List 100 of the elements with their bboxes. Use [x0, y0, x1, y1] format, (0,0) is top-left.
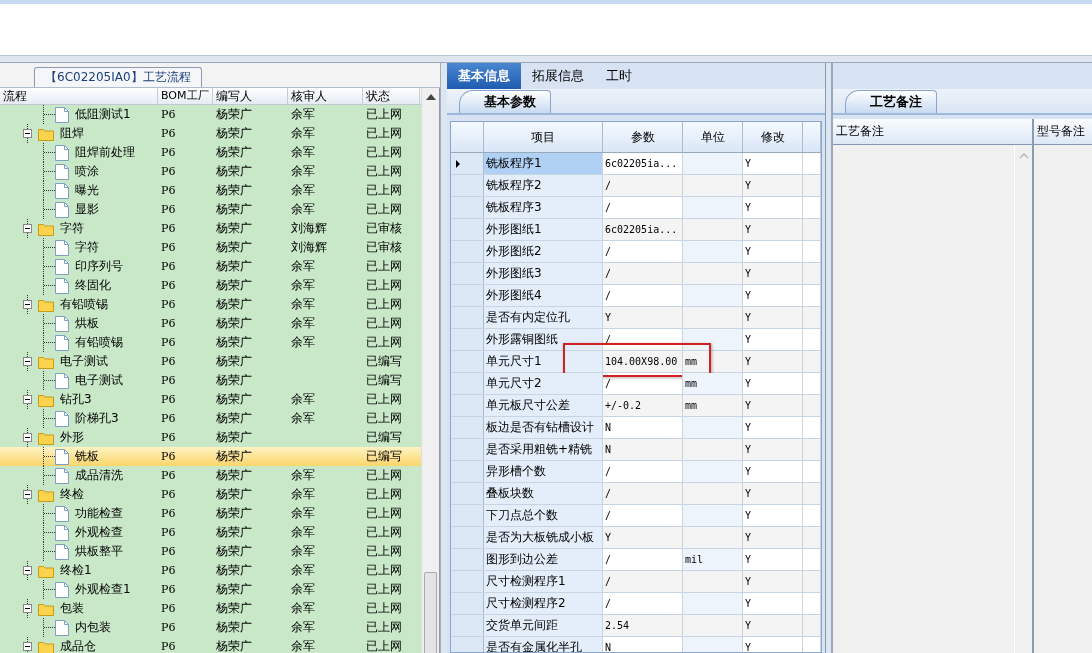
tree-row[interactable]: 喷涂 P6 杨荣广 余军 已上网: [0, 162, 421, 181]
row-header[interactable]: [451, 439, 484, 460]
tree-row[interactable]: 功能检查 P6 杨荣广 余军 已上网: [0, 504, 421, 523]
row-header[interactable]: [451, 219, 484, 240]
row-header[interactable]: [451, 263, 484, 284]
row-header[interactable]: [451, 637, 484, 652]
row-header[interactable]: [451, 197, 484, 218]
tree-row[interactable]: 外观检查 P6 杨荣广 余军 已上网: [0, 523, 421, 542]
tree-row[interactable]: 铣板 P6 杨荣广 已编写: [0, 447, 421, 466]
row-header[interactable]: [451, 307, 484, 328]
scrollbar[interactable]: [421, 88, 439, 653]
tree-row[interactable]: 字符 P6 杨荣广 刘海辉 已审核: [0, 219, 421, 238]
tree-row[interactable]: 外观检查1 P6 杨荣广 余军 已上网: [0, 580, 421, 599]
collapse-icon[interactable]: [23, 642, 32, 651]
collapse-icon[interactable]: [23, 357, 32, 366]
table-cell: 余军: [291, 468, 315, 482]
sub-tab[interactable]: 工艺备注: [845, 90, 937, 113]
column-header[interactable]: BOM工厂: [158, 88, 213, 104]
table-cell-text: 杨荣广: [215, 619, 253, 636]
row-header[interactable]: [451, 483, 484, 504]
tree-row[interactable]: 阶梯孔3 P6 杨荣广 余军 已上网: [0, 409, 421, 428]
column-header[interactable]: 修改: [743, 122, 803, 152]
row-header[interactable]: [451, 549, 484, 570]
tab[interactable]: 基本信息: [447, 63, 521, 89]
row-header[interactable]: [451, 285, 484, 306]
collapse-icon[interactable]: [23, 566, 32, 575]
document-icon: [55, 505, 69, 522]
table-cell-text: 已编写: [365, 429, 403, 446]
tree-label: 终固化: [75, 277, 111, 294]
tree-row[interactable]: 电子测试 P6 杨荣广 已编写: [0, 352, 421, 371]
tree-row[interactable]: 有铅喷锡 P6 杨荣广 余军 已上网: [0, 295, 421, 314]
column-header[interactable]: 参数: [603, 122, 683, 152]
document-icon: [55, 144, 69, 161]
tree-row[interactable]: 成品清洗 P6 杨荣广 余军 已上网: [0, 466, 421, 485]
sub-tab[interactable]: 基本参数: [459, 90, 551, 113]
row-header[interactable]: [451, 395, 484, 416]
scroll-up-icon[interactable]: [425, 94, 436, 100]
tree-row[interactable]: 内包装 P6 杨荣广 余军 已上网: [0, 618, 421, 637]
tree-row[interactable]: 有铅喷锡 P6 杨荣广 余军 已上网: [0, 333, 421, 352]
splitter-bar[interactable]: [0, 56, 1092, 63]
column-header[interactable]: 单位: [683, 122, 743, 152]
row-header[interactable]: [451, 153, 484, 174]
table-cell: mm: [683, 351, 743, 372]
scroll-thumb[interactable]: [424, 572, 437, 653]
table-cell-text: 杨荣广: [215, 638, 253, 653]
tree-row[interactable]: 阻焊 P6 杨荣广 余军 已上网: [0, 124, 421, 143]
column-header[interactable]: 流程: [0, 88, 158, 104]
row-header[interactable]: [451, 351, 484, 372]
table-cell-text: 杨荣广: [215, 581, 253, 598]
column-header[interactable]: 项目: [484, 122, 603, 152]
tree-row[interactable]: 电子测试 P6 杨荣广 已编写: [0, 371, 421, 390]
tree-row[interactable]: 终检1 P6 杨荣广 余军 已上网: [0, 561, 421, 580]
tree-row[interactable]: 曝光 P6 杨荣广 余军 已上网: [0, 181, 421, 200]
folder-icon: [38, 221, 54, 236]
notes-area[interactable]: 工艺备注 型号备注: [833, 119, 1092, 653]
row-header[interactable]: [451, 615, 484, 636]
collapse-icon[interactable]: [23, 129, 32, 138]
tree-row[interactable]: 字符 P6 杨荣广 刘海辉 已审核: [0, 238, 421, 257]
collapse-icon[interactable]: [23, 604, 32, 613]
tree-row[interactable]: 烘板 P6 杨荣广 余军 已上网: [0, 314, 421, 333]
column-header[interactable]: 状态: [363, 88, 420, 104]
collapse-icon[interactable]: [23, 300, 32, 309]
table-cell: 刘海辉: [291, 240, 327, 254]
collapse-icon[interactable]: [23, 395, 32, 404]
tree-row[interactable]: 终固化 P6 杨荣广 余军 已上网: [0, 276, 421, 295]
tree-row[interactable]: 烘板整平 P6 杨荣广 余军 已上网: [0, 542, 421, 561]
row-header[interactable]: [451, 417, 484, 438]
table-cell: /: [603, 263, 683, 284]
tree-row[interactable]: 阻焊前处理 P6 杨荣广 余军 已上网: [0, 143, 421, 162]
table-cell: 余军: [291, 259, 315, 273]
tree-row[interactable]: 印序列号 P6 杨荣广 余军 已上网: [0, 257, 421, 276]
column-header[interactable]: 核审人: [288, 88, 363, 104]
row-header[interactable]: [451, 373, 484, 394]
tree-row[interactable]: 终检 P6 杨荣广 余军 已上网: [0, 485, 421, 504]
tree-row[interactable]: 包装 P6 杨荣广 余军 已上网: [0, 599, 421, 618]
tree-row[interactable]: 成品仓 P6 杨荣广 余军 已上网: [0, 637, 421, 653]
row-header[interactable]: [451, 329, 484, 350]
tab[interactable]: 工时: [595, 63, 643, 89]
collapse-icon[interactable]: [23, 433, 32, 442]
tree-row[interactable]: 低阻测试1 P6 杨荣广 余军 已上网: [0, 105, 421, 124]
tree-label: 字符: [60, 220, 84, 237]
row-header[interactable]: [451, 571, 484, 592]
row-header[interactable]: [451, 505, 484, 526]
table-cell-text: 杨荣广: [215, 372, 253, 389]
document-icon: [55, 239, 69, 256]
column-header[interactable]: 编写人: [213, 88, 288, 104]
row-header[interactable]: [451, 241, 484, 262]
row-header[interactable]: [451, 461, 484, 482]
collapse-icon[interactable]: [23, 224, 32, 233]
tree-row[interactable]: 显影 P6 杨荣广 余军 已上网: [0, 200, 421, 219]
tab[interactable]: 拓展信息: [521, 63, 595, 89]
table-cell: Y: [603, 307, 683, 328]
row-header[interactable]: [451, 175, 484, 196]
tree-row[interactable]: 外形 P6 杨荣广 已编写: [0, 428, 421, 447]
table-cell-text: P6: [160, 564, 177, 577]
collapse-icon[interactable]: [23, 490, 32, 499]
row-header[interactable]: [451, 593, 484, 614]
table-cell: Y: [743, 219, 803, 240]
tree-row[interactable]: 钻孔3 P6 杨荣广 余军 已上网: [0, 390, 421, 409]
row-header[interactable]: [451, 527, 484, 548]
